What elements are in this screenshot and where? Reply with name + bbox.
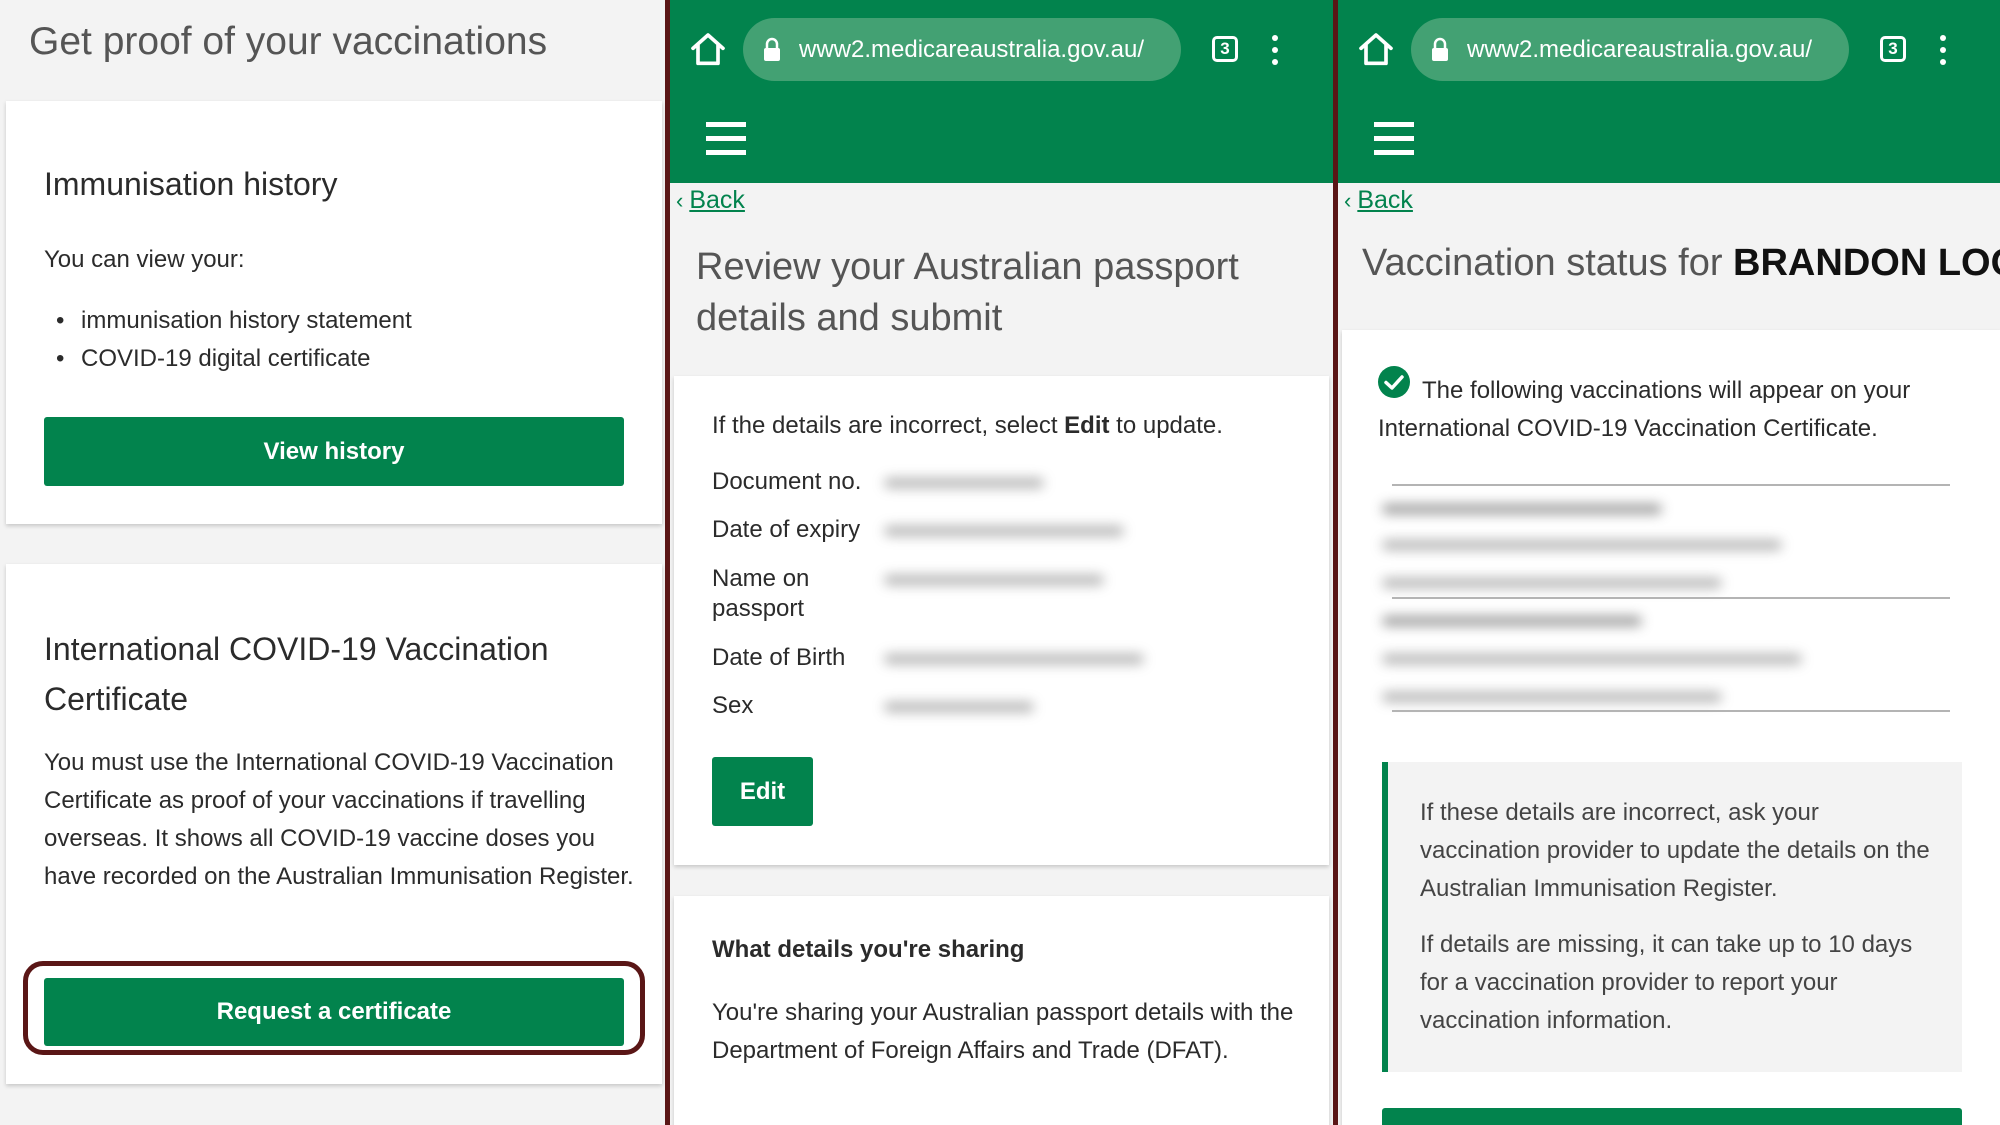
document-number-label: Document no. xyxy=(712,468,862,495)
page-title: Vaccination status for BRANDON LOO xyxy=(1362,242,2000,285)
page-title: Review your Australian passport details … xyxy=(696,246,1239,339)
redacted-value xyxy=(884,575,1104,585)
lock-icon xyxy=(764,37,780,61)
address-bar[interactable]: www2.medicareaustralia.gov.au/ xyxy=(743,18,1181,81)
sex-label: Sex xyxy=(712,692,754,719)
back-label: Back xyxy=(1357,186,1413,214)
redacted-value xyxy=(884,478,1044,488)
chevron-left-icon: ‹ xyxy=(1344,188,1352,213)
vaccination-status-card: The following vaccinations will appear o… xyxy=(1342,330,2000,1125)
sharing-description: You're sharing your Australian passport … xyxy=(712,999,1294,1064)
view-history-button[interactable]: View history xyxy=(44,417,624,486)
redacted-vaccine-row xyxy=(1382,504,1662,514)
back-label: Back xyxy=(689,186,745,214)
patient-name: BRANDON LOO xyxy=(1733,242,2000,284)
divider xyxy=(1392,710,1950,712)
redacted-vaccine-row xyxy=(1382,692,1722,702)
list-item: COVID-19 digital certificate xyxy=(44,340,412,378)
url-text: www2.medicareaustralia.gov.au/ xyxy=(799,35,1145,63)
lock-icon xyxy=(1432,37,1448,61)
instruction-text-end: to update. xyxy=(1109,412,1223,439)
tabs-icon[interactable]: 3 xyxy=(1880,36,1906,62)
back-link[interactable]: ‹ Back xyxy=(1344,186,1413,215)
redacted-vaccine-row xyxy=(1382,540,1782,550)
redacted-vaccine-row xyxy=(1382,654,1802,664)
divider xyxy=(1392,484,1950,486)
browser-toolbar: www2.medicareaustralia.gov.au/ 3 xyxy=(1338,0,2000,183)
redacted-vaccine-row xyxy=(1382,616,1642,626)
immunisation-intro: You can view your: xyxy=(44,246,245,273)
title-prefix: Vaccination status for xyxy=(1362,242,1734,284)
page-title: Get proof of your vaccinations xyxy=(29,20,548,63)
edit-button[interactable]: Edit xyxy=(712,757,813,826)
international-certificate-card: International COVID-19 Vaccination Certi… xyxy=(6,564,662,1084)
request-certificate-button[interactable]: Request a certificate xyxy=(44,978,624,1046)
redacted-value xyxy=(884,702,1034,712)
url-text: www2.medicareaustralia.gov.au/ xyxy=(1467,35,1813,63)
more-vert-icon[interactable] xyxy=(1938,34,1948,66)
info-incorrect-details: If these details are incorrect, ask your… xyxy=(1420,799,1930,902)
immunisation-history-heading: Immunisation history xyxy=(44,166,338,202)
browser-toolbar: www2.medicareaustralia.gov.au/ 3 xyxy=(670,0,1333,183)
hamburger-menu-icon[interactable] xyxy=(1374,122,1414,156)
home-icon[interactable] xyxy=(688,30,728,70)
divider xyxy=(1392,597,1950,599)
chevron-left-icon: ‹ xyxy=(676,188,684,213)
info-callout: If these details are incorrect, ask your… xyxy=(1382,762,1962,1072)
certificate-heading: International COVID-19 Vaccination Certi… xyxy=(44,631,549,717)
back-link[interactable]: ‹ Back xyxy=(676,186,745,215)
redacted-vaccine-row xyxy=(1382,578,1722,588)
review-passport-screen: www2.medicareaustralia.gov.au/ 3 ‹ Back R… xyxy=(670,0,1333,1125)
continue-button[interactable] xyxy=(1382,1108,1962,1125)
tabs-icon[interactable]: 3 xyxy=(1212,36,1238,62)
sharing-heading: What details you're sharing xyxy=(712,936,1025,963)
list-item: immunisation history statement xyxy=(44,302,412,340)
immunisation-history-card: Immunisation history You can view your: … xyxy=(6,101,662,524)
redacted-value xyxy=(884,526,1124,536)
vaccinations-intro: The following vaccinations will appear o… xyxy=(1378,377,1911,442)
more-vert-icon[interactable] xyxy=(1270,34,1280,66)
passport-details-card: If the details are incorrect, select Edi… xyxy=(674,376,1329,865)
expiry-date-label: Date of expiry xyxy=(712,516,861,543)
redacted-value xyxy=(884,654,1144,664)
address-bar[interactable]: www2.medicareaustralia.gov.au/ xyxy=(1411,18,1849,81)
hamburger-menu-icon[interactable] xyxy=(706,122,746,156)
sharing-details-card: What details you're sharing You're shari… xyxy=(674,896,1329,1125)
vaccination-status-screen: www2.medicareaustralia.gov.au/ 3 ‹ Back V… xyxy=(1338,0,2000,1125)
passport-name-label: Name on passport xyxy=(712,565,810,622)
home-icon[interactable] xyxy=(1356,30,1396,70)
edit-instruction: If the details are incorrect, select Edi… xyxy=(712,412,1223,440)
instruction-text: If the details are incorrect, select xyxy=(712,412,1065,439)
immunisation-list: immunisation history statement COVID-19 … xyxy=(44,302,412,378)
certificate-description: You must use the International COVID-19 … xyxy=(44,749,634,890)
birth-date-label: Date of Birth xyxy=(712,644,846,671)
proof-of-vaccinations-screen: Get proof of your vaccinations Immunisat… xyxy=(0,0,665,1125)
info-missing-details: If details are missing, it can take up t… xyxy=(1420,931,1913,1034)
instruction-edit-keyword: Edit xyxy=(1064,412,1110,439)
